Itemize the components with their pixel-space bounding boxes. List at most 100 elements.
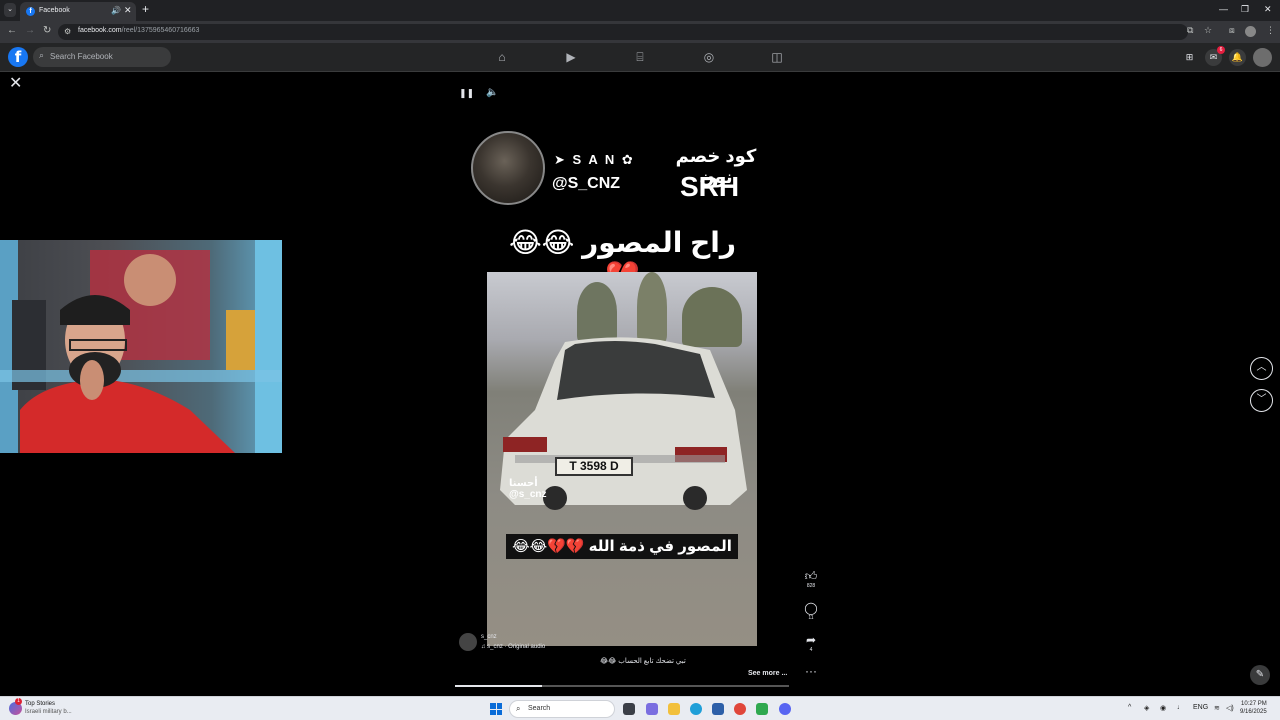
address-bar[interactable]: ⚙ facebook.com/reel/1375965460716663 [58,24,1188,40]
site-info-icon[interactable]: ⚙ [64,27,71,36]
profile-avatar[interactable] [1245,26,1256,37]
tray-overflow-icon[interactable]: ^ [1128,704,1131,711]
news-badge: 1 [15,698,22,705]
see-more-link[interactable]: See more ... [748,670,787,677]
taskbar-search-placeholder: Search [528,705,551,712]
taskbar-search[interactable]: ⌕ Search [509,700,615,718]
license-plate: T 3598 D [555,457,633,476]
share-count: 4 [809,647,813,653]
creator-avatar-overlay [471,131,545,205]
browser-menu-icon[interactable]: ⋮ [1266,25,1275,36]
comment-icon: ◯ [804,601,818,615]
news-title[interactable]: Top Stories [25,701,55,707]
compose-message-button[interactable]: ✎ [1250,665,1270,685]
facebook-favicon-icon: f [26,7,35,16]
bookmark-star-icon[interactable]: ☆ [1204,25,1212,36]
like-icon: 👍︎ [804,569,818,583]
browser-tab-facebook[interactable]: f Facebook 🔊 ✕ [20,2,136,21]
share-icon: ➦ [805,633,817,647]
minimize-window-button[interactable]: — [1219,4,1228,14]
facebook-logo[interactable]: f [8,47,28,67]
webcam-overlay [0,240,282,453]
more-options-button[interactable]: ··· [802,664,820,678]
new-tab-button[interactable]: + [142,2,149,16]
discord-icon[interactable] [779,703,791,715]
search-icon: ⌕ [516,704,521,713]
file-explorer-icon[interactable] [668,703,680,715]
messenger-icon[interactable]: ✉ 6 [1205,46,1225,66]
comment-button[interactable]: ◯ 11 [802,601,820,621]
chevron-down-icon: ﹀ [1256,394,1267,405]
browser-tab-bar: ⌄ f Facebook 🔊 ✕ + — ❐ ✕ [0,0,1280,21]
facebook-header: f ⌕ Search Facebook ⌂ ▶ ⌸ ◎ ◫ ⊞ ✉ 6 🔔 [0,43,1280,72]
like-button[interactable]: 👍︎ 828 [802,569,820,589]
browser-toolbar: ← → ↻ ⚙ facebook.com/reel/13759654607166… [0,21,1280,43]
install-app-icon[interactable]: ⧉ [1187,25,1193,36]
copilot-icon[interactable] [646,703,658,715]
comment-count: 11 [808,615,814,621]
edge-icon[interactable] [690,703,702,715]
clock-time: 10:27 PM [1241,701,1267,707]
tray-app-icon[interactable]: ◉ [1160,704,1166,712]
gaming-icon[interactable]: ◫ [769,50,785,64]
search-icon: ⌕ [39,50,45,60]
search-placeholder: Search Facebook [50,52,113,61]
notifications-bell-icon[interactable]: 🔔 [1229,49,1246,66]
news-subtitle[interactable]: Israeli military b... [25,709,72,715]
author-name[interactable]: s_cnz [481,634,497,640]
menu-grid-icon[interactable]: ⊞ [1181,49,1198,66]
language-indicator[interactable]: ENG [1193,704,1208,711]
audio-label[interactable]: ♫ s_cnz · Original audio [481,644,545,650]
extensions-icon[interactable]: ⧈ [1229,25,1235,36]
chrome-icon[interactable] [734,703,746,715]
volume-tray-icon[interactable]: ◁) [1226,704,1234,712]
progress-fill [455,685,542,687]
windows-start-icon[interactable] [490,703,502,715]
embedded-video: T 3598 D أحسنا @s_cnz المصور في ذمة الله… [487,272,757,646]
creator-handle-overlay: @S_CNZ [552,175,621,192]
back-button[interactable]: ← [7,25,17,36]
system-clock[interactable]: 10:27 PM 9/16/2025 [1240,700,1267,716]
home-icon[interactable]: ⌂ [494,50,510,64]
chevron-up-icon: ︿ [1256,362,1267,373]
tab-audio-icon[interactable]: 🔊 [111,6,121,15]
next-reel-button[interactable]: ﹀ [1250,389,1273,412]
close-reel-icon[interactable]: ✕ [9,73,22,93]
tab-close-icon[interactable]: ✕ [124,5,132,16]
discount-code-value: SRH [680,171,740,202]
author-avatar[interactable] [459,633,477,651]
compose-icon: ✎ [1255,669,1265,680]
url-text: facebook.com/reel/1375965460716663 [78,27,200,34]
tab-title: Facebook [39,7,70,14]
store-icon[interactable] [712,703,724,715]
messenger-badge: 6 [1217,46,1225,54]
close-window-button[interactable]: ✕ [1264,4,1272,15]
marketplace-icon[interactable]: ⌸ [632,50,648,64]
groups-icon[interactable]: ◎ [701,50,717,64]
video-caption: المصور في ذمة الله 💔💔😂😂 [506,534,738,559]
san-label: ➤ S A N ✿ [554,152,635,167]
pause-icon[interactable]: ❚❚ [459,88,474,99]
share-button[interactable]: ➦ 4 [802,633,820,653]
like-count: 828 [806,583,816,589]
forward-button[interactable]: → [25,25,35,36]
tray-app-icon[interactable]: ◈ [1144,704,1149,712]
reel-progress-bar[interactable] [455,685,789,687]
watermark-arabic: أحسنا [509,478,538,489]
tab-search-button[interactable]: ⌄ [4,3,16,17]
reload-button[interactable]: ↻ [43,25,51,36]
wifi-icon[interactable]: ≋ [1214,704,1220,712]
microphone-icon[interactable]: ♩ [1177,704,1184,711]
more-options-icon: ··· [805,664,817,678]
account-avatar[interactable] [1253,48,1272,67]
clock-date: 9/16/2025 [1240,709,1267,715]
app-icon[interactable] [756,703,768,715]
video-icon[interactable]: ▶ [563,50,579,64]
volume-icon[interactable]: 🔈 [486,87,498,98]
restore-window-button[interactable]: ❐ [1241,4,1249,15]
facebook-search[interactable]: ⌕ Search Facebook [33,47,171,67]
webcam-scene [0,240,282,453]
task-view-icon[interactable] [623,703,635,715]
windows-taskbar: 1 Top Stories Israeli military b... ⌕ Se… [0,696,1280,720]
previous-reel-button[interactable]: ︿ [1250,357,1273,380]
